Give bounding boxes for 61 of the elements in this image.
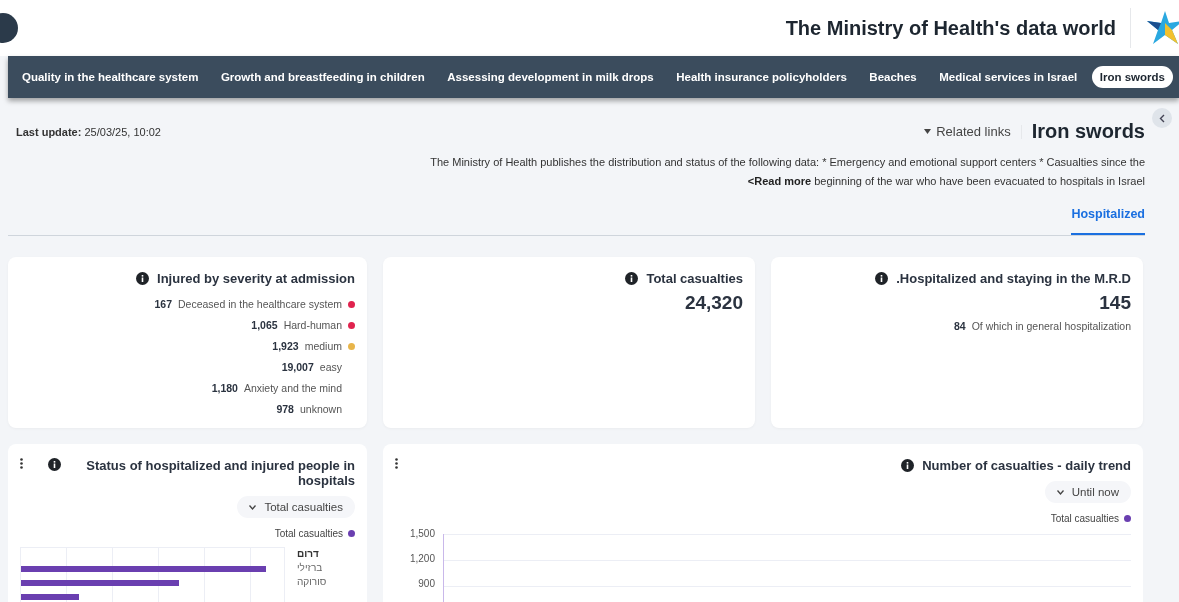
chevron-left-icon — [1159, 113, 1165, 123]
related-links-link[interactable]: Related links — [924, 124, 1011, 139]
sub-value: 84 — [953, 320, 966, 333]
severity-count: 978 — [276, 403, 294, 416]
chevron-down-icon — [249, 504, 257, 510]
severity-label: medium — [304, 340, 342, 353]
card-title: Total casualties — [646, 271, 743, 286]
sub-label: Of which in general hospitalization — [971, 320, 1131, 333]
severity-count: 1,180 — [211, 382, 238, 395]
info-icon[interactable] — [875, 272, 889, 285]
caret-icon — [924, 129, 932, 134]
site-title: The Ministry of Health's data world — [785, 16, 1116, 40]
axis-tick-label: 900 — [418, 578, 435, 589]
nav-tab[interactable]: Iron swords — [1091, 66, 1173, 88]
group-label: דרום — [297, 547, 320, 561]
axis-tick-label: 1,500 — [409, 528, 435, 539]
description-text: beginning of the war who have been evacuated to hospitals in Israel — [814, 175, 1145, 187]
severity-label: unknown — [299, 403, 342, 416]
card-title: .Hospitalized and staying in the M.R.D — [896, 271, 1131, 286]
read-more-link[interactable]: <Read more — [747, 175, 812, 187]
nav-tab[interactable]: Growth and breastfeeding in children — [212, 66, 433, 88]
nav-tab[interactable]: Medical services in Israel — [931, 66, 1086, 88]
star-logo[interactable] — [1145, 9, 1179, 47]
severity-label: Hard-human — [283, 319, 342, 332]
severity-label: Anxiety and the mind — [243, 382, 342, 395]
chevron-down-icon — [1056, 489, 1064, 495]
severity-count: 1,065 — [251, 319, 278, 332]
severity-count: 1,923 — [272, 340, 299, 353]
info-icon[interactable] — [47, 458, 61, 471]
severity-count: 167 — [154, 298, 172, 311]
more-icon[interactable] — [395, 458, 398, 469]
info-icon[interactable] — [136, 272, 150, 285]
legend-dot — [1124, 515, 1131, 522]
last-update: Last update: 25/03/25, 10:02 — [16, 125, 161, 138]
more-icon[interactable] — [20, 458, 23, 469]
nav-tab[interactable]: Quality in the healthcare system — [14, 66, 207, 88]
bar-label: סורוקה — [297, 575, 328, 589]
dropdown[interactable]: Until now — [1044, 481, 1131, 503]
total-value: 24,320 — [684, 292, 743, 314]
severity-label: easy — [319, 361, 342, 374]
dropdown[interactable]: Total casualties — [237, 496, 355, 518]
sub-tab[interactable]: Hospitalized — [1071, 203, 1145, 235]
severity-count: 19,007 — [281, 361, 314, 374]
legend-label: Total casualties — [1050, 513, 1119, 524]
legend-dot — [348, 530, 355, 537]
card-title: Number of casualties - daily trend — [922, 458, 1131, 473]
collapse-button[interactable] — [1152, 108, 1172, 128]
hospitalized-value: 145 — [1099, 292, 1131, 314]
severity-label: Deceased in the healthcare system — [178, 298, 342, 311]
legend-label: Total casualties — [274, 528, 343, 539]
info-icon[interactable] — [625, 272, 639, 285]
bar-label: ברזילי — [297, 561, 324, 575]
card-title: Injured by severity at admission — [157, 271, 355, 286]
card-title: Status of hospitalized and injured people in hospitals — [85, 458, 355, 488]
axis-tick-label: 1,200 — [409, 553, 435, 564]
nav-tab[interactable]: Health insurance policyholders — [668, 66, 855, 88]
nav-tab[interactable]: Beaches — [861, 66, 925, 88]
page-title: Iron swords — [1031, 120, 1145, 143]
info-icon[interactable] — [901, 459, 915, 472]
nav-tab[interactable]: Assessing development in milk drops — [439, 66, 662, 88]
description-text: The Ministry of Health publishes the distribution and status of the following data: * Emergency and emotional support centers * Casualties since the — [429, 155, 1145, 170]
